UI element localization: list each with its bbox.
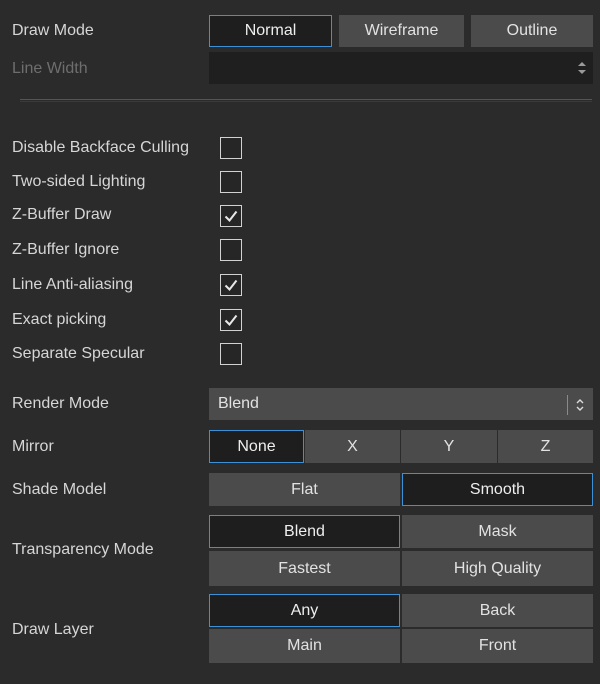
- two-sided-lighting-checkbox[interactable]: [220, 171, 242, 193]
- disable-backface-culling-label: Disable Backface Culling: [12, 139, 189, 156]
- line-anti-aliasing-label: Line Anti-aliasing: [12, 276, 133, 293]
- mirror-none-button[interactable]: None: [209, 430, 304, 463]
- checkmark-icon: [224, 210, 238, 223]
- render-mode-dropdown[interactable]: Blend: [209, 388, 593, 420]
- draw-layer-label: Draw Layer: [12, 621, 94, 638]
- line-width-input[interactable]: [209, 52, 593, 84]
- section-divider: [20, 99, 592, 100]
- mirror-y-button[interactable]: Y: [401, 430, 497, 463]
- render-mode-value: Blend: [218, 395, 259, 412]
- separate-specular-checkbox[interactable]: [220, 343, 242, 365]
- transparency-mask-button[interactable]: Mask: [402, 515, 593, 548]
- mirror-z-button[interactable]: Z: [498, 430, 593, 463]
- render-mode-label: Render Mode: [12, 395, 109, 412]
- shade-model-smooth-button[interactable]: Smooth: [402, 473, 593, 506]
- shade-model-label: Shade Model: [12, 481, 107, 498]
- draw-layer-any-button[interactable]: Any: [209, 594, 400, 627]
- section-divider-shadow: [20, 101, 592, 102]
- separate-specular-label: Separate Specular: [12, 345, 145, 362]
- mirror-label: Mirror: [12, 438, 54, 455]
- z-buffer-ignore-label: Z-Buffer Ignore: [12, 241, 120, 258]
- draw-layer-front-button[interactable]: Front: [402, 629, 593, 663]
- transparency-blend-button[interactable]: Blend: [209, 515, 400, 548]
- line-anti-aliasing-checkbox[interactable]: [220, 274, 242, 296]
- two-sided-lighting-label: Two-sided Lighting: [12, 173, 146, 190]
- spinner-arrows-icon[interactable]: [577, 60, 587, 76]
- exact-picking-checkbox[interactable]: [220, 309, 242, 331]
- line-width-label: Line Width: [12, 60, 88, 77]
- draw-layer-back-button[interactable]: Back: [402, 594, 593, 627]
- exact-picking-label: Exact picking: [12, 311, 107, 328]
- draw-layer-main-button[interactable]: Main: [209, 629, 400, 663]
- checkmark-icon: [224, 279, 238, 292]
- draw-mode-outline-button[interactable]: Outline: [471, 15, 593, 47]
- draw-mode-wireframe-button[interactable]: Wireframe: [339, 15, 464, 47]
- dropdown-arrows-icon: [575, 398, 585, 412]
- checkmark-icon: [224, 314, 238, 327]
- shade-model-flat-button[interactable]: Flat: [209, 473, 400, 506]
- z-buffer-draw-label: Z-Buffer Draw: [12, 206, 112, 223]
- transparency-mode-label: Transparency Mode: [12, 541, 154, 558]
- transparency-high-quality-button[interactable]: High Quality: [402, 551, 593, 586]
- draw-mode-normal-button[interactable]: Normal: [209, 15, 332, 47]
- mirror-x-button[interactable]: X: [305, 430, 400, 463]
- dropdown-separator: [567, 395, 568, 415]
- disable-backface-culling-checkbox[interactable]: [220, 137, 242, 159]
- transparency-fastest-button[interactable]: Fastest: [209, 551, 400, 586]
- z-buffer-ignore-checkbox[interactable]: [220, 239, 242, 261]
- z-buffer-draw-checkbox[interactable]: [220, 205, 242, 227]
- draw-mode-label: Draw Mode: [12, 22, 94, 39]
- properties-panel: Draw Mode Normal Wireframe Outline Line …: [0, 0, 600, 684]
